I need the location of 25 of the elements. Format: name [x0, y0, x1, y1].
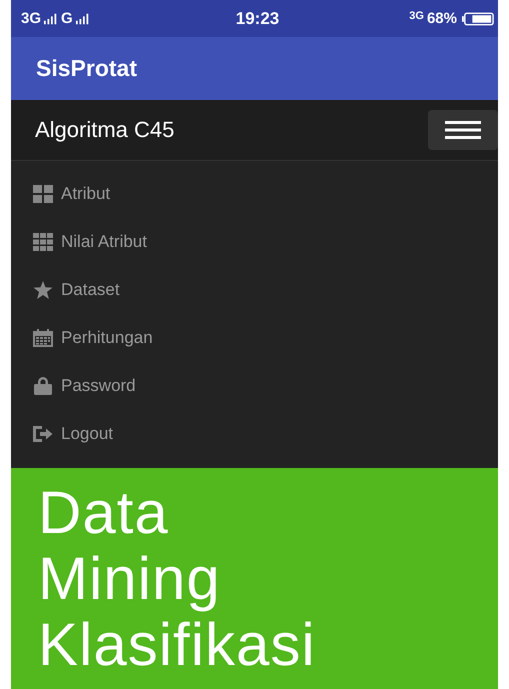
battery-percent: 68%: [426, 10, 457, 27]
lock-icon: [33, 377, 53, 395]
menu-link[interactable]: Logout: [33, 410, 498, 458]
menu-link[interactable]: Dataset: [33, 266, 498, 314]
brand-link[interactable]: Algoritma C45: [35, 117, 174, 143]
battery-icon: [462, 12, 494, 26]
menu-link[interactable]: Password: [33, 362, 498, 410]
signal-icon: [44, 12, 58, 24]
data-indicator: 3G: [409, 10, 424, 22]
star-icon: [33, 281, 53, 299]
grid-icon: [33, 185, 53, 203]
menu-link[interactable]: Atribut: [33, 170, 498, 218]
grid-icon: [33, 233, 53, 251]
network-type: G: [61, 10, 73, 27]
app-title: SisProtat: [36, 55, 137, 82]
signal-icon: [76, 12, 90, 24]
menu-link[interactable]: Perhitungan: [33, 314, 498, 362]
hero-heading: Data Mining Klasifikasi: [38, 480, 316, 678]
menu-link[interactable]: Nilai Atribut: [33, 218, 498, 266]
menu-toggle-button[interactable]: [428, 110, 498, 150]
network-type: 3G: [21, 10, 42, 27]
logout-icon: [33, 425, 53, 443]
calendar-icon: [33, 329, 53, 347]
menu-icon: [445, 121, 481, 139]
clock-time: 19:23: [236, 8, 280, 28]
